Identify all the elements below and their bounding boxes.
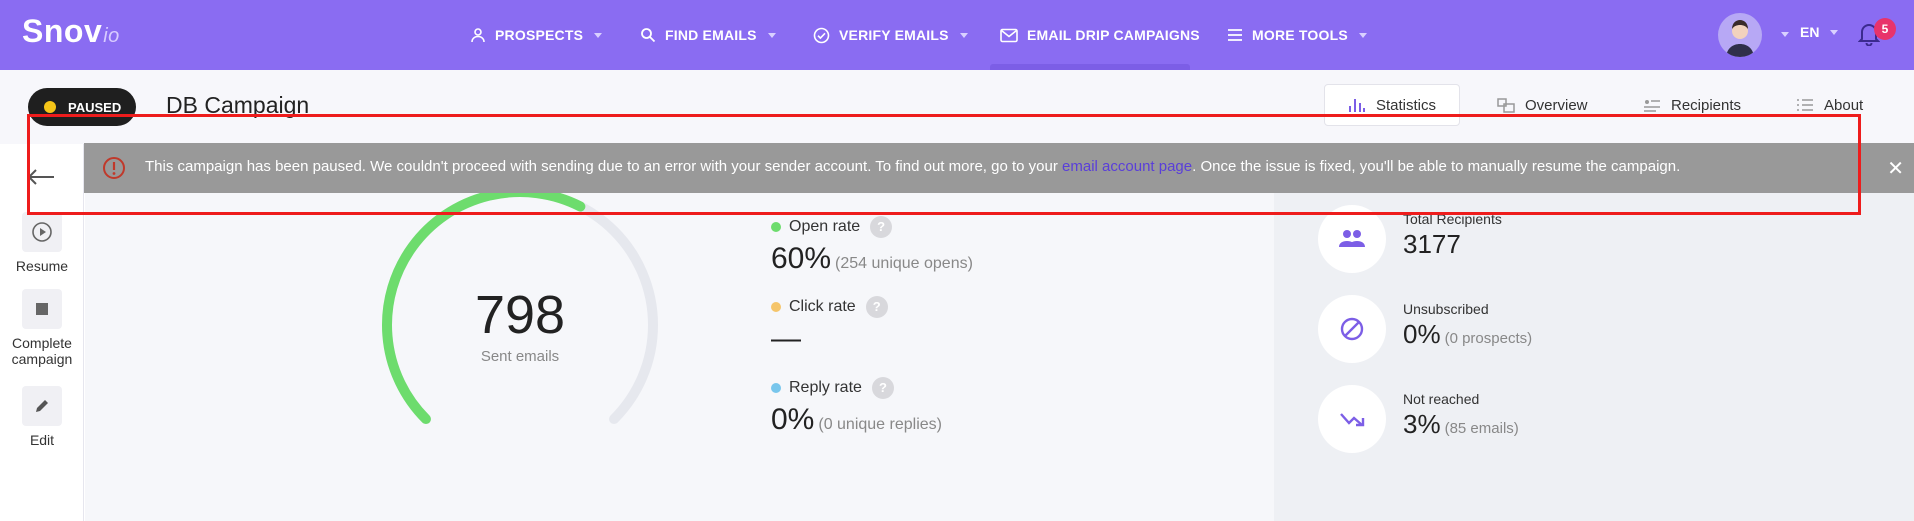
- tab-about-label: About: [1824, 96, 1864, 114]
- logo-main-text: Snov: [22, 13, 103, 49]
- unsubscribed-value: 0%: [1403, 319, 1441, 349]
- nav-item-verify-emails[interactable]: VERIFY EMAILS: [813, 24, 968, 46]
- not-reached-value: 3%: [1403, 409, 1441, 439]
- complete-campaign-button[interactable]: Complete campaign: [0, 289, 84, 367]
- campaign-actions-sidebar: Resume Complete campaign Edit: [0, 144, 84, 521]
- user-avatar[interactable]: [1718, 13, 1762, 57]
- list-icon: [1797, 99, 1813, 111]
- not-reached-sub: (85 emails): [1444, 420, 1519, 437]
- logo-suffix-text: io: [103, 25, 120, 47]
- tab-recipients-label: Recipients: [1671, 96, 1742, 114]
- alert-message: This campaign has been paused. We couldn…: [145, 158, 1680, 175]
- tab-recipients[interactable]: Recipients: [1643, 84, 1741, 126]
- help-icon[interactable]: ?: [870, 216, 893, 238]
- nav-find-emails-label: FIND EMAILS: [665, 27, 757, 43]
- help-icon[interactable]: ?: [871, 377, 894, 399]
- total-recipients-label: Total Recipients: [1403, 211, 1502, 227]
- nav-email-drip-label: EMAIL DRIP CAMPAIGNS: [1027, 27, 1200, 43]
- tab-overview[interactable]: Overview: [1497, 84, 1588, 126]
- stop-icon: [22, 289, 62, 329]
- open-rate-label: Open rate: [789, 218, 861, 235]
- notifications-count-badge: 5: [1874, 18, 1896, 40]
- overview-icon: [1497, 98, 1515, 113]
- nav-item-more-tools[interactable]: MORE TOOLS: [1227, 24, 1367, 46]
- campaign-status-label: PAUSED: [68, 99, 122, 115]
- click-rate-dot: [771, 302, 781, 312]
- chevron-down-icon: [959, 32, 968, 38]
- reply-rate-dot: [771, 383, 781, 393]
- resume-label: Resume: [15, 258, 69, 274]
- tab-overview-label: Overview: [1525, 96, 1588, 114]
- nav-item-email-drip-campaigns[interactable]: EMAIL DRIP CAMPAIGNS: [1000, 24, 1200, 46]
- total-recipients-value: 3177: [1403, 229, 1461, 259]
- open-rate-dot: [771, 222, 781, 232]
- edit-label: Edit: [29, 432, 55, 448]
- tab-statistics[interactable]: Statistics: [1324, 84, 1460, 126]
- email-account-page-link[interactable]: email account page: [1062, 158, 1192, 175]
- chevron-down-icon: [1358, 32, 1367, 38]
- blocked-icon: [1318, 295, 1386, 363]
- back-button[interactable]: [26, 168, 56, 191]
- reply-rate-sub: (0 unique replies): [818, 416, 942, 433]
- chevron-down-icon: [767, 32, 776, 38]
- tab-statistics-label: Statistics: [1375, 96, 1436, 114]
- complete-campaign-label: Complete campaign: [11, 335, 73, 367]
- edit-button[interactable]: Edit: [0, 386, 84, 448]
- alert-text-before: This campaign has been paused. We couldn…: [145, 158, 1063, 175]
- unsubscribed-sub: (0 prospects): [1444, 330, 1533, 347]
- avatar-chevron-down-icon[interactable]: [1781, 32, 1789, 37]
- open-rate-value: 60%: [771, 242, 832, 275]
- click-rate-label: Click rate: [789, 298, 856, 315]
- reply-rate-label: Reply rate: [789, 379, 862, 396]
- open-rate-metric: Open rate? 60% (254 unique opens): [771, 216, 973, 276]
- play-icon: [22, 212, 62, 252]
- reply-rate-value: 0%: [771, 403, 815, 436]
- click-rate-value: —: [771, 322, 801, 355]
- snovio-logo[interactable]: Snovio: [22, 13, 120, 50]
- status-dot: [44, 101, 56, 113]
- click-rate-metric: Click rate? —: [771, 296, 888, 356]
- menu-icon: [1228, 29, 1242, 41]
- language-label: EN: [1800, 24, 1820, 40]
- bar-chart-icon: [1348, 99, 1365, 112]
- campaign-paused-alert: This campaign has been paused. We couldn…: [84, 143, 1914, 193]
- help-icon[interactable]: ?: [865, 296, 888, 318]
- sent-emails-gauge: [382, 187, 658, 425]
- arrow-left-icon: [27, 169, 54, 185]
- unsubscribed-label: Unsubscribed: [1403, 301, 1489, 317]
- resume-button[interactable]: Resume: [0, 212, 84, 274]
- not-reached-label: Not reached: [1403, 391, 1480, 407]
- tab-about[interactable]: About: [1796, 84, 1863, 126]
- sent-emails-label: Sent emails: [480, 348, 560, 365]
- close-icon[interactable]: ✕: [1887, 156, 1904, 181]
- reply-rate-metric: Reply rate? 0% (0 unique replies): [771, 377, 942, 437]
- top-navigation-bar: Snovio PROSPECTS FIND EMAILS VERIFY EMAI…: [0, 0, 1914, 70]
- nav-verify-emails-label: VERIFY EMAILS: [839, 27, 949, 43]
- pencil-icon: [22, 386, 62, 426]
- statistics-main-panel: [85, 144, 1274, 521]
- avatar-person-icon: [1726, 20, 1754, 57]
- language-selector[interactable]: EN: [1800, 24, 1839, 40]
- bounce-icon: [1318, 385, 1386, 453]
- chevron-down-icon: [594, 32, 603, 38]
- error-icon: [103, 157, 125, 179]
- nav-more-tools-label: MORE TOOLS: [1252, 27, 1348, 43]
- recipients-icon: [1644, 100, 1660, 112]
- open-rate-sub: (254 unique opens): [835, 255, 973, 272]
- check-circle-icon: [813, 27, 830, 43]
- campaign-status-badge: PAUSED: [28, 88, 136, 126]
- people-icon: [1318, 205, 1386, 273]
- campaign-header: PAUSED DB Campaign Statistics Overview R…: [0, 70, 1914, 144]
- campaign-title: DB Campaign: [166, 92, 310, 118]
- sent-emails-count: 798: [474, 285, 566, 345]
- alert-text-after: . Once the issue is fixed, you'll be abl…: [1192, 158, 1681, 175]
- mail-icon: [1000, 28, 1018, 42]
- chevron-down-icon: [1830, 29, 1839, 35]
